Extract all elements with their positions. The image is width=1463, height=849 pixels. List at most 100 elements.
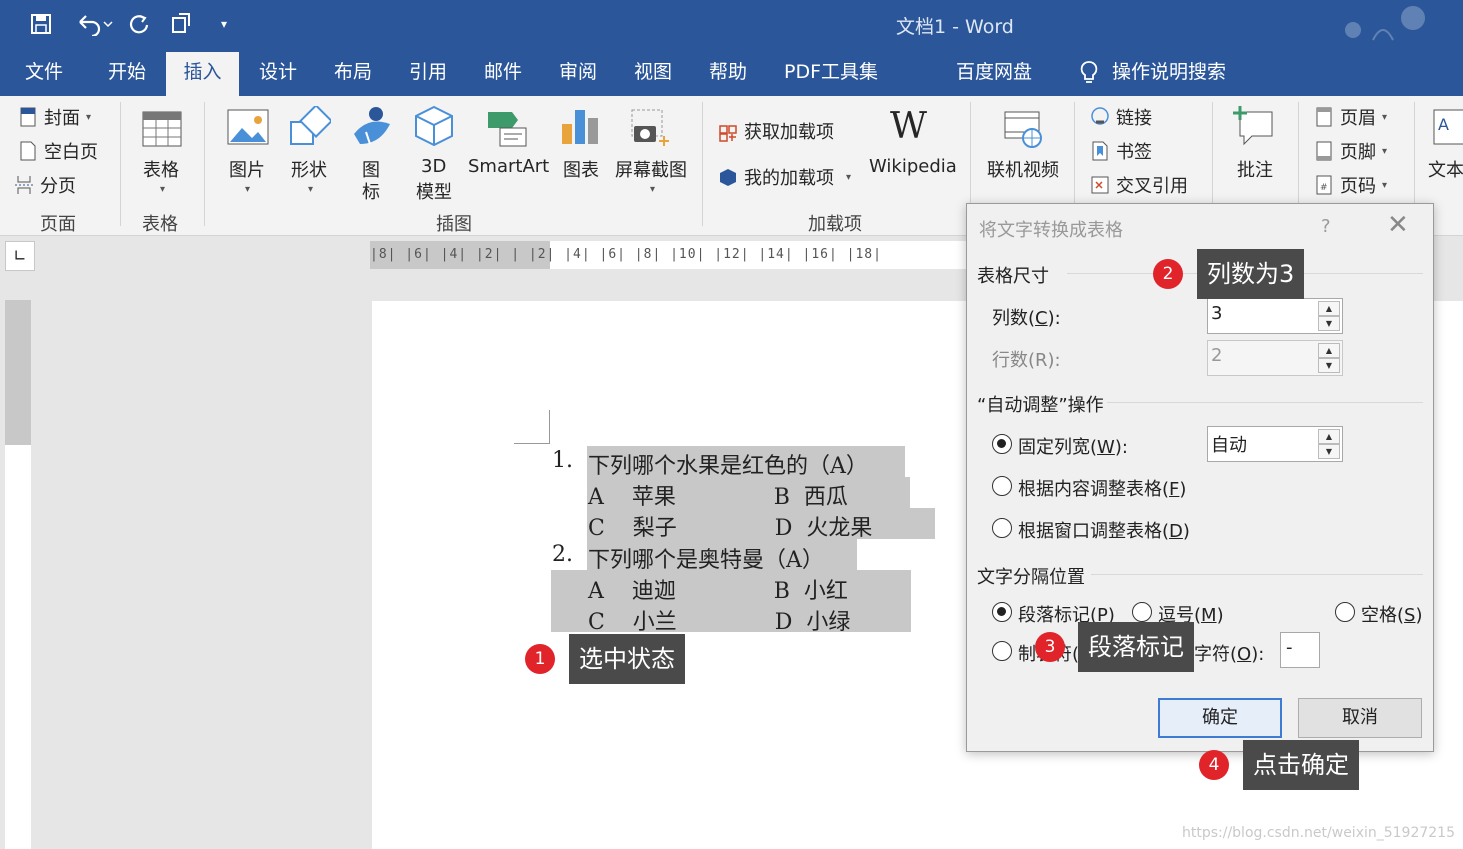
comment-button[interactable]: 批注 [1237, 156, 1273, 182]
footer-label: 页脚 [1340, 142, 1376, 163]
columns-spinner[interactable]: 3 ▲ ▼ [1207, 298, 1343, 334]
pictures-dropdown-icon[interactable]: ▾ [245, 184, 250, 195]
close-icon[interactable]: ✕ [1387, 210, 1409, 240]
tab-home[interactable]: 开始 [94, 48, 160, 96]
tab-references[interactable]: 引用 [395, 48, 461, 96]
wikipedia-button[interactable]: Wikipedia [869, 156, 957, 177]
autofit-contents-radio[interactable] [992, 476, 1012, 496]
shapes-dropdown-icon[interactable]: ▾ [308, 184, 313, 195]
list-number: 1. [552, 448, 573, 473]
margin-corner-mark [514, 410, 550, 444]
chart-button[interactable]: 图表 [563, 156, 599, 182]
vertical-ruler[interactable] [5, 300, 31, 849]
tab-pdf-tools[interactable]: PDF工具集 [770, 48, 892, 96]
fixed-width-spinner[interactable]: 自动 ▲ ▼ [1207, 426, 1343, 462]
section-divider [1107, 402, 1423, 403]
my-addins-button[interactable]: 我的加载项 ▾ [718, 164, 851, 190]
customize-qat-icon[interactable]: ▾ [214, 10, 234, 38]
spaces-radio[interactable] [1335, 602, 1355, 622]
decoration-icon [1345, 6, 1425, 41]
get-addins-button[interactable]: 获取加载项 [718, 118, 834, 144]
fixed-width-radio[interactable] [992, 434, 1012, 454]
tab-file[interactable]: 文件 [11, 48, 77, 96]
touch-mode-icon[interactable] [166, 10, 196, 38]
option-line[interactable]: A 苹果 B 西瓜 [588, 479, 848, 511]
cancel-button[interactable]: 取消 [1298, 698, 1422, 738]
tell-me-search[interactable]: 操作说明搜索 [1066, 48, 1240, 96]
tab-layout[interactable]: 布局 [320, 48, 386, 96]
online-video-button[interactable]: 联机视频 [987, 156, 1059, 182]
tab-view[interactable]: 视图 [620, 48, 686, 96]
blank-page-button[interactable]: 空白页 [18, 138, 98, 164]
link-button[interactable]: 链接 [1090, 104, 1152, 130]
spin-up-icon[interactable]: ▲ [1318, 301, 1340, 316]
cross-reference-label: 交叉引用 [1116, 176, 1188, 197]
store-icon [719, 125, 737, 142]
link-icon [1091, 107, 1109, 125]
screenshot-dropdown-icon[interactable]: ▾ [650, 184, 655, 195]
header-button[interactable]: 页眉 ▾ [1314, 104, 1387, 130]
spin-up-icon: ▲ [1318, 343, 1340, 358]
my-addins-icon [720, 169, 736, 186]
annotation-tooltip: 选中状态 [569, 634, 685, 684]
chart-icon [562, 110, 598, 144]
page-number-button[interactable]: # 页码 ▾ [1314, 172, 1387, 198]
cover-page-button[interactable]: 封面 ▾ [18, 104, 91, 130]
3d-model-button[interactable]: 3D [421, 156, 446, 177]
option-line[interactable]: C 小兰 D 小绿 [588, 604, 850, 636]
step-badge: 2 [1153, 259, 1183, 289]
undo-icon[interactable] [72, 10, 116, 38]
rows-spinner: 2 ▲ ▼ [1207, 340, 1343, 376]
help-button[interactable]: ? [1321, 216, 1331, 237]
option-line[interactable]: A 迪迦 B 小红 [588, 573, 848, 605]
paragraph-marks-radio[interactable] [992, 602, 1012, 622]
smartart-button[interactable]: SmartArt [468, 156, 549, 177]
save-icon[interactable] [26, 10, 56, 38]
bookmark-label: 书签 [1116, 142, 1152, 163]
title-bar: ▾ 文档1 - Word [0, 0, 1463, 48]
commas-radio[interactable] [1132, 602, 1152, 622]
rows-label: 行数(R): [992, 350, 1061, 371]
tab-mailings[interactable]: 邮件 [470, 48, 536, 96]
columns-value: 3 [1211, 303, 1223, 324]
step-badge: 3 [1035, 632, 1065, 662]
3d-model-button-line2: 模型 [416, 182, 452, 203]
tabs-radio[interactable] [992, 641, 1012, 661]
tab-insert[interactable]: 插入 [166, 52, 239, 96]
question-text[interactable]: 下列哪个是奥特曼（A） [588, 542, 824, 574]
footer-button[interactable]: 页脚 ▾ [1314, 138, 1387, 164]
spin-down-icon[interactable]: ▼ [1318, 444, 1340, 459]
question-text[interactable]: 下列哪个水果是红色的（A） [588, 448, 868, 480]
other-char-input[interactable]: - [1280, 632, 1320, 668]
table-dropdown-icon[interactable]: ▾ [160, 184, 165, 195]
blank-page-label: 空白页 [44, 142, 98, 163]
pictures-button[interactable]: 图片 [229, 156, 265, 182]
tab-baidu-netdisk[interactable]: 百度网盘 [942, 48, 1046, 96]
shapes-button[interactable]: 形状 [291, 156, 327, 182]
lightbulb-icon [1080, 61, 1098, 83]
bookmark-button[interactable]: 书签 [1090, 138, 1152, 164]
table-button[interactable]: 表格 [143, 156, 179, 182]
text-box-button[interactable]: 文本 [1428, 156, 1463, 182]
autofit-window-radio[interactable] [992, 518, 1012, 538]
tab-help[interactable]: 帮助 [695, 48, 761, 96]
cross-reference-button[interactable]: 交叉引用 [1090, 172, 1188, 198]
spin-down-icon[interactable]: ▼ [1318, 316, 1340, 331]
spin-up-icon[interactable]: ▲ [1318, 429, 1340, 444]
rows-value: 2 [1211, 345, 1223, 366]
group-tables-label: 表格 [142, 214, 178, 235]
ok-button[interactable]: 确定 [1158, 698, 1282, 738]
page-break-button[interactable]: 分页 [14, 172, 76, 198]
link-label: 链接 [1116, 108, 1152, 129]
svg-text:#: # [1320, 183, 1328, 193]
tab-review[interactable]: 审阅 [545, 48, 611, 96]
wikipedia-icon: W [890, 106, 928, 147]
blank-page-icon [20, 141, 36, 161]
screenshot-button[interactable]: 屏幕截图 [615, 156, 687, 182]
tab-design[interactable]: 设计 [245, 48, 311, 96]
ruler-ticks: |8| |6| |4| |2| | |2| |4| |6| |8| |10| |… [370, 247, 882, 262]
tab-selector[interactable]: ∟ [5, 241, 35, 271]
horizontal-ruler[interactable]: |8| |6| |4| |2| | |2| |4| |6| |8| |10| |… [370, 241, 970, 269]
option-line[interactable]: C 梨子 D 火龙果 [588, 510, 872, 542]
redo-icon[interactable] [124, 10, 154, 38]
